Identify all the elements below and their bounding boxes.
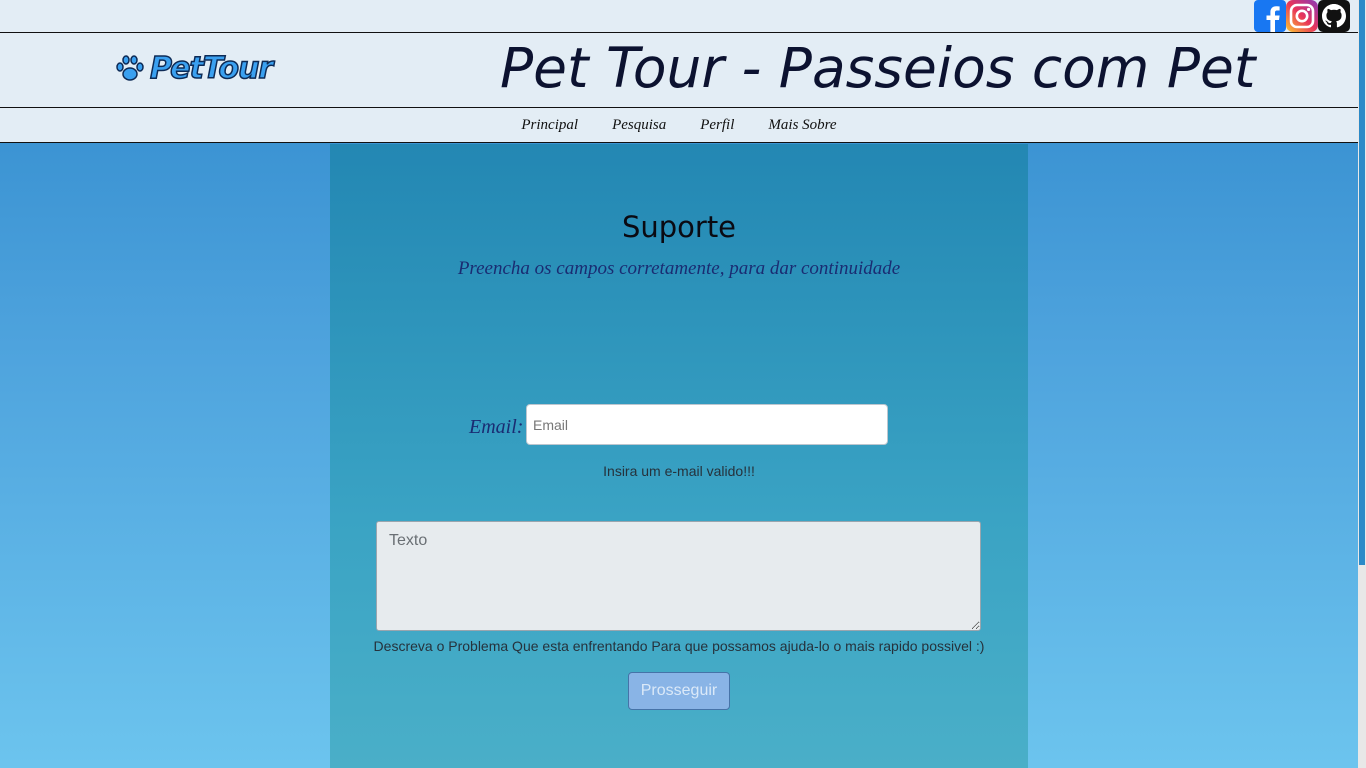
form-subtitle: Preencha os campos corretamente, para da… [457,258,901,279]
facebook-icon[interactable] [1254,0,1286,32]
email-help-text: Insira um e-mail valido!!! [603,463,755,479]
logo-text: PetTour [149,50,274,87]
nav-item-mais-sobre[interactable]: Mais Sobre [768,117,836,134]
nav-item-principal[interactable]: Principal [521,117,578,134]
submit-button[interactable]: Prosseguir [628,672,730,710]
paw-icon [116,55,144,81]
site-logo[interactable]: PetTour [114,50,274,87]
top-strip [0,0,1358,33]
textarea-help-text: Descreva o Problema Que esta enfrentando… [373,638,985,654]
page-title: Suporte [621,210,737,244]
support-panel: Suporte Preencha os campos corretamente,… [330,144,1028,768]
site-header: PetTour Pet Tour - Passeios com Pet [0,33,1358,108]
github-icon[interactable] [1318,0,1350,32]
nav-item-pesquisa[interactable]: Pesquisa [612,117,666,134]
main-nav: Principal Pesquisa Perfil Mais Sobre [0,108,1358,143]
page-scrollbar[interactable] [1358,0,1366,768]
site-title: Pet Tour - Passeios com Pet [500,36,1256,100]
email-field[interactable] [526,404,888,445]
problem-textarea[interactable] [376,521,981,631]
nav-item-perfil[interactable]: Perfil [700,117,734,134]
email-label: Email: [469,416,524,438]
social-links [1254,0,1350,32]
instagram-icon[interactable] [1286,0,1318,32]
scrollbar-thumb[interactable] [1359,0,1365,565]
